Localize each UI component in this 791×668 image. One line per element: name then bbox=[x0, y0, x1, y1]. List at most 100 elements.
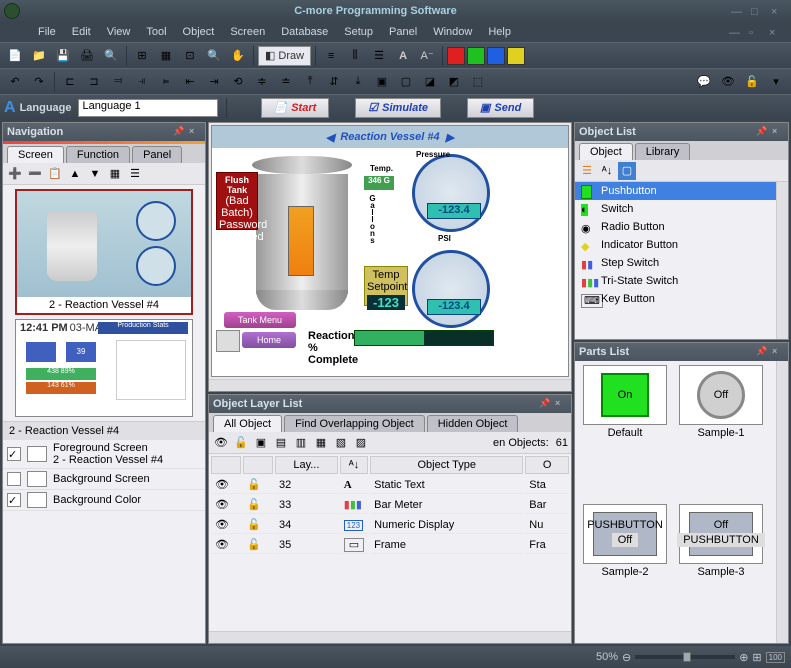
lock-icon[interactable]: 🔓 bbox=[741, 71, 763, 93]
objlist-item[interactable]: ▮▮Step Switch bbox=[575, 254, 776, 272]
nav-list-icon[interactable]: ☰ bbox=[126, 165, 144, 183]
snap-icon[interactable]: ⊞ bbox=[131, 45, 153, 67]
part-item[interactable]: OffPUSHBUTTONSample-3 bbox=[675, 504, 767, 639]
tab-panel[interactable]: Panel bbox=[132, 146, 182, 163]
align-top-icon[interactable]: ⤒ bbox=[299, 71, 321, 93]
nav-del-icon[interactable]: ➖ bbox=[26, 165, 44, 183]
size-icon[interactable]: ⬚ bbox=[467, 71, 489, 93]
nav-down-icon[interactable]: ▼ bbox=[86, 165, 104, 183]
front-icon[interactable]: ▣ bbox=[371, 71, 393, 93]
dist-v-icon[interactable]: ≐ bbox=[275, 71, 297, 93]
maximize-icon[interactable]: □ bbox=[751, 6, 767, 16]
eye-icon[interactable]: 👁 bbox=[717, 71, 739, 93]
zoom-slider[interactable] bbox=[635, 655, 735, 659]
simulate-button[interactable]: ☑Simulate bbox=[355, 98, 441, 118]
flip-v-icon[interactable]: ⇥ bbox=[203, 71, 225, 93]
eye-all-icon[interactable]: 👁 bbox=[212, 434, 230, 452]
pin-icon[interactable]: 📌 bbox=[173, 126, 185, 138]
layer-checkbox[interactable] bbox=[7, 472, 21, 486]
part-item[interactable]: OnDefault bbox=[579, 365, 671, 500]
layer-row[interactable]: Background Screen bbox=[3, 469, 205, 490]
layer-checkbox[interactable]: ✓ bbox=[7, 493, 21, 507]
ol-view2-icon[interactable]: ▢ bbox=[618, 162, 636, 180]
align-mid-icon[interactable]: ⇵ bbox=[323, 71, 345, 93]
nav-up-icon[interactable]: ▲ bbox=[66, 165, 84, 183]
panel-close-icon[interactable]: × bbox=[555, 398, 567, 410]
color-swatch[interactable] bbox=[507, 47, 525, 65]
open-icon[interactable]: 📁 bbox=[28, 45, 50, 67]
panel-close-icon[interactable]: × bbox=[772, 126, 784, 138]
layer-checkbox[interactable]: ✓ bbox=[7, 447, 21, 461]
layer-row[interactable]: ✓Background Color bbox=[3, 490, 205, 511]
color-swatch[interactable] bbox=[487, 47, 505, 65]
tab-hidden[interactable]: Hidden Object bbox=[427, 415, 519, 432]
align-rows-icon[interactable]: ☰ bbox=[368, 45, 390, 67]
child-close-icon[interactable]: × bbox=[769, 27, 785, 37]
menu-tool[interactable]: Tool bbox=[138, 24, 174, 40]
tab-object[interactable]: Object bbox=[579, 143, 633, 160]
home-button[interactable]: Home bbox=[242, 332, 296, 348]
color-swatch[interactable] bbox=[447, 47, 465, 65]
menu-view[interactable]: View bbox=[99, 24, 139, 40]
group-icon[interactable]: ⊏ bbox=[59, 71, 81, 93]
table-row[interactable]: 👁🔓34123Numeric DisplayNu bbox=[211, 516, 569, 534]
forward-icon[interactable]: ◪ bbox=[419, 71, 441, 93]
table-row[interactable]: 👁🔓33▮▮▮Bar MeterBar bbox=[211, 496, 569, 514]
backward-icon[interactable]: ◩ bbox=[443, 71, 465, 93]
nav-view-icon[interactable]: ▦ bbox=[106, 165, 124, 183]
design-canvas[interactable]: ◀Reaction Vessel #4▶ Flush Tank (Bad Bat… bbox=[211, 125, 569, 377]
zoom-in-icon[interactable]: ⊕ bbox=[739, 651, 748, 664]
objlist-scroll[interactable] bbox=[776, 182, 788, 339]
pan-icon[interactable]: ✋ bbox=[227, 45, 249, 67]
ol-view1-icon[interactable]: ☰ bbox=[578, 162, 596, 180]
start-button[interactable]: 📄Start bbox=[261, 98, 330, 118]
align-r-icon[interactable]: ⫢ bbox=[155, 71, 177, 93]
parts-scroll[interactable] bbox=[776, 361, 788, 643]
more-icon[interactable]: ▾ bbox=[765, 71, 787, 93]
part-item[interactable]: OffSample-1 bbox=[675, 365, 767, 500]
table-row[interactable]: 👁🔓35▭FrameFra bbox=[211, 536, 569, 554]
menu-database[interactable]: Database bbox=[273, 24, 336, 40]
zoom100-icon[interactable]: 100 bbox=[766, 652, 785, 663]
pin-icon[interactable]: 📌 bbox=[756, 126, 768, 138]
tab-all-object[interactable]: All Object bbox=[213, 415, 282, 432]
lock-all-icon[interactable]: 🔓 bbox=[232, 434, 250, 452]
ol-btn3-icon[interactable]: ▥ bbox=[292, 434, 310, 452]
screen-thumbnail[interactable]: 2 - Reaction Vessel #4 bbox=[15, 189, 193, 315]
panel-close-icon[interactable]: × bbox=[772, 346, 784, 358]
objlist-item[interactable]: ◉Radio Button bbox=[575, 218, 776, 236]
minimize-icon[interactable]: — bbox=[731, 6, 747, 16]
menu-edit[interactable]: Edit bbox=[64, 24, 99, 40]
text-a-icon[interactable]: A bbox=[392, 45, 414, 67]
zoom-icon[interactable]: 🔍 bbox=[100, 45, 122, 67]
ol-btn2-icon[interactable]: ▤ bbox=[272, 434, 290, 452]
color-swatch[interactable] bbox=[467, 47, 485, 65]
align-bot-icon[interactable]: ⤓ bbox=[347, 71, 369, 93]
menu-help[interactable]: Help bbox=[480, 24, 519, 40]
ungroup-icon[interactable]: ⊐ bbox=[83, 71, 105, 93]
text-small-icon[interactable]: A⁻ bbox=[416, 45, 438, 67]
ol-btn4-icon[interactable]: ▦ bbox=[312, 434, 330, 452]
menu-object[interactable]: Object bbox=[175, 24, 223, 40]
menu-screen[interactable]: Screen bbox=[222, 24, 273, 40]
tab-library[interactable]: Library bbox=[635, 143, 691, 160]
nav-add-icon[interactable]: ➕ bbox=[6, 165, 24, 183]
close-icon[interactable]: × bbox=[771, 6, 787, 16]
ol-btn5-icon[interactable]: ▧ bbox=[332, 434, 350, 452]
ol-btn6-icon[interactable]: ▨ bbox=[352, 434, 370, 452]
menu-panel[interactable]: Panel bbox=[381, 24, 425, 40]
tab-overlap[interactable]: Find Overlapping Object bbox=[284, 415, 425, 432]
objlist-item[interactable]: ◐Switch bbox=[575, 200, 776, 218]
ol-btn-icon[interactable]: ▣ bbox=[252, 434, 270, 452]
objlist-item[interactable]: ⌨Key Button bbox=[575, 290, 776, 308]
rotate-icon[interactable]: ⟲ bbox=[227, 71, 249, 93]
align-cols-icon[interactable]: ⫼ bbox=[344, 45, 366, 67]
fit-icon[interactable]: ⊞ bbox=[752, 651, 761, 664]
save-icon[interactable]: 💾 bbox=[52, 45, 74, 67]
magnify-icon[interactable]: 🔍 bbox=[203, 45, 225, 67]
canvas-hscroll[interactable] bbox=[209, 379, 571, 391]
objlist-item[interactable]: Pushbutton bbox=[575, 182, 776, 200]
grid-icon[interactable]: ▦ bbox=[155, 45, 177, 67]
table-row[interactable]: 👁🔓32AStatic TextSta bbox=[211, 476, 569, 494]
layer-row[interactable]: ✓Foreground Screen2 - Reaction Vessel #4 bbox=[3, 440, 205, 469]
